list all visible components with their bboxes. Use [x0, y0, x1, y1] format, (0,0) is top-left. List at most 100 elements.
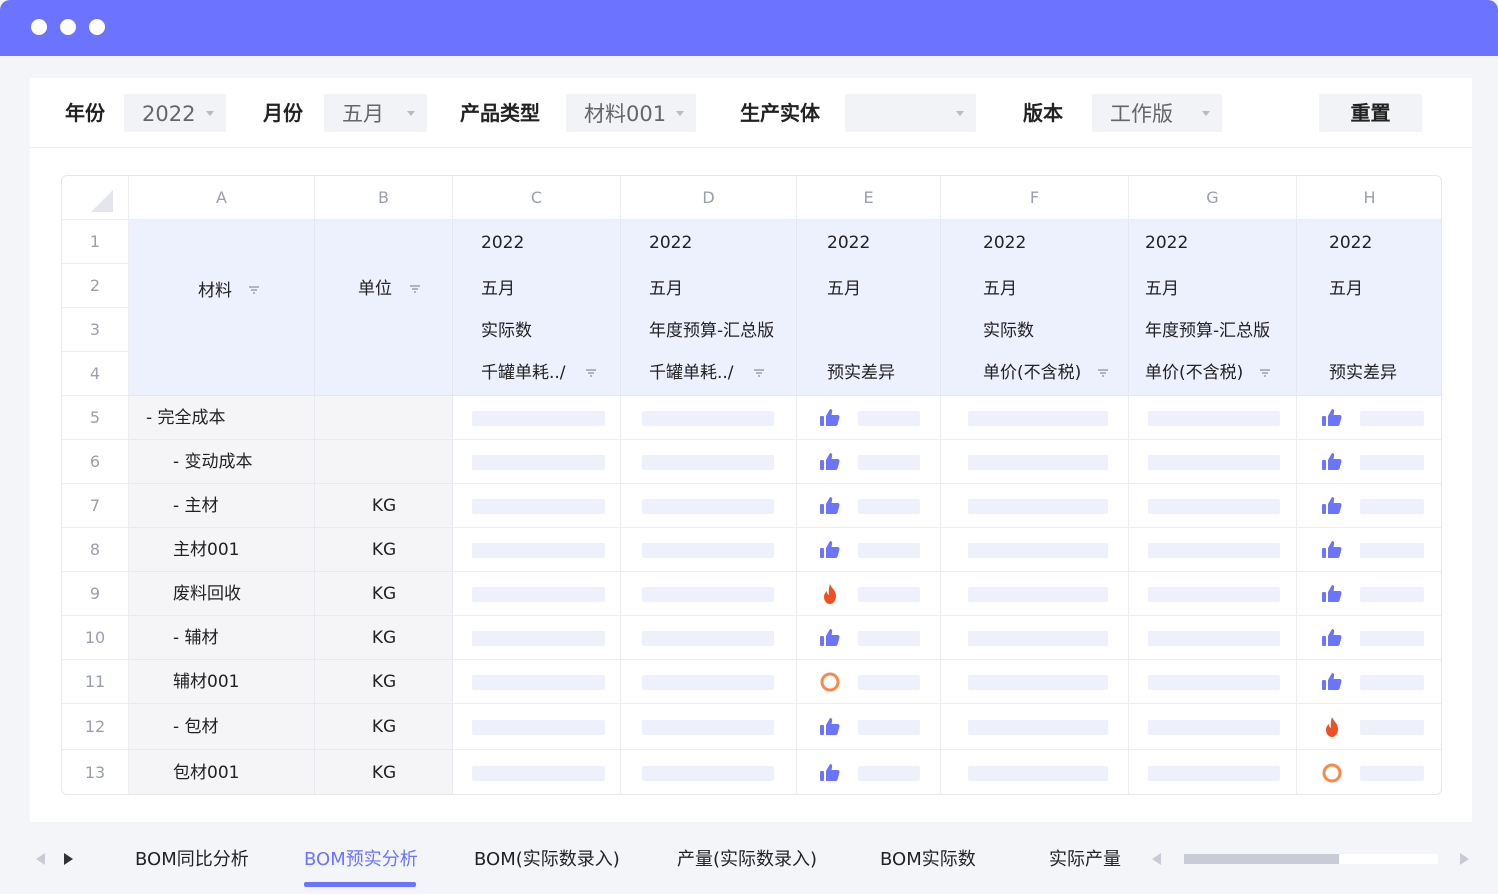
unit-value: KG [371, 584, 397, 604]
year-select[interactable]: 2022 [124, 94, 226, 132]
row-header[interactable]: 5 [62, 396, 129, 440]
sheet-tab[interactable]: BOM同比分析 [135, 848, 249, 872]
thumbs-up-svg [820, 453, 840, 470]
header-month: 五月 [481, 279, 515, 299]
header-year: 2022 [649, 233, 693, 253]
header-year: 2022 [481, 233, 525, 253]
masked-value [642, 498, 774, 514]
month-select[interactable]: 五月 [324, 94, 427, 132]
column-header-a[interactable]: A [129, 176, 315, 220]
masked-value [1360, 674, 1424, 690]
window-dot-close[interactable] [31, 19, 47, 35]
fire-icon [1321, 716, 1343, 738]
row-header[interactable]: 6 [62, 440, 129, 484]
window-dot-maximize[interactable] [89, 19, 105, 35]
unit-value: KG [371, 628, 397, 648]
sheet-tab[interactable]: 实际产量 [1049, 848, 1121, 872]
masked-value [1148, 719, 1280, 735]
header-year: 2022 [1329, 233, 1373, 253]
thumbs-up-svg [820, 718, 840, 735]
hscroll-left-icon[interactable] [1152, 853, 1161, 865]
header-cell[interactable] [315, 220, 453, 396]
thumbs-up-icon [1321, 407, 1343, 429]
masked-value [858, 674, 920, 690]
entity-select[interactable] [845, 94, 976, 132]
column-header-d[interactable]: D [621, 176, 797, 220]
row-header[interactable]: 1 [62, 220, 129, 264]
row-header[interactable]: 9 [62, 572, 129, 616]
thumbs-up-svg [820, 764, 840, 781]
thumbs-up-svg [820, 409, 840, 426]
filter-icon[interactable] [410, 285, 420, 295]
header-type: 实际数 [983, 321, 1034, 341]
sheet-tab[interactable]: BOM(实际数录入) [474, 848, 620, 872]
filter-icon[interactable] [1098, 369, 1108, 379]
masked-value [1360, 719, 1424, 735]
filter-icon[interactable] [754, 369, 764, 379]
tab-scroll-right-icon[interactable] [64, 853, 73, 865]
row-label: - 辅材 [173, 628, 219, 648]
sheet-tab[interactable]: BOM实际数 [880, 848, 976, 872]
material-cell[interactable] [129, 704, 315, 750]
thumbs-up-svg [1322, 453, 1342, 470]
thumbs-up-svg [1322, 585, 1342, 602]
row-header[interactable]: 4 [62, 352, 129, 396]
thumbs-up-svg [820, 497, 840, 514]
material-cell[interactable] [129, 616, 315, 660]
header-type: 实际数 [481, 321, 532, 341]
thumbs-up-svg [1322, 541, 1342, 558]
row-header[interactable]: 11 [62, 660, 129, 704]
active-tab-indicator [304, 882, 416, 887]
entity-label: 生产实体 [740, 101, 820, 125]
tab-scroll-left-icon[interactable] [36, 853, 45, 865]
column-header-g[interactable]: G [1129, 176, 1297, 220]
masked-value [1360, 410, 1424, 426]
filter-icon[interactable] [586, 369, 596, 379]
sheet-tab[interactable]: BOM预实分析 [304, 848, 418, 872]
unit-cell[interactable] [315, 440, 453, 484]
column-header-b[interactable]: B [315, 176, 453, 220]
column-header-e[interactable]: E [797, 176, 941, 220]
thumbs-up-icon [819, 407, 841, 429]
reset-button[interactable]: 重置 [1319, 94, 1422, 132]
thumbs-up-icon [819, 762, 841, 784]
masked-value [858, 586, 920, 602]
thumbs-up-icon [819, 495, 841, 517]
version-select[interactable]: 工作版 [1092, 94, 1222, 132]
product-type-select[interactable]: 材料001 [566, 94, 696, 132]
window-dot-minimize[interactable] [60, 19, 76, 35]
row-header[interactable]: 10 [62, 616, 129, 660]
row-label: 主材001 [173, 540, 240, 560]
row-header[interactable]: 3 [62, 308, 129, 352]
sheet-tab[interactable]: 产量(实际数录入) [677, 848, 817, 872]
unit-cell[interactable] [315, 396, 453, 440]
masked-value [1360, 765, 1424, 781]
row-header[interactable]: 8 [62, 528, 129, 572]
select-all-corner[interactable] [62, 176, 129, 220]
filter-icon[interactable] [249, 286, 259, 296]
column-header-c[interactable]: C [453, 176, 621, 220]
masked-value [858, 454, 920, 470]
row-header[interactable]: 12 [62, 704, 129, 750]
version-value: 工作版 [1110, 102, 1173, 126]
thumbs-up-icon [1321, 495, 1343, 517]
header-month: 五月 [827, 279, 861, 299]
row-header[interactable]: 2 [62, 264, 129, 308]
masked-value [1148, 410, 1280, 426]
filter-icon[interactable] [1260, 369, 1270, 379]
hscroll-thumb[interactable] [1184, 854, 1339, 864]
material-cell[interactable] [129, 484, 315, 528]
masked-value [1148, 542, 1280, 558]
masked-value [968, 542, 1108, 558]
column-header-h[interactable]: H [1297, 176, 1441, 220]
row-header[interactable]: 7 [62, 484, 129, 528]
row-header[interactable]: 13 [62, 750, 129, 794]
spreadsheet-grid: A B C D E F G H 1 2 3 4 5 6 7 8 9 10 11 12 13 材料 单位 2022 五月 实际数 千罐… [61, 175, 1442, 795]
column-header-f[interactable]: F [941, 176, 1129, 220]
hscroll-right-icon[interactable] [1460, 853, 1469, 865]
header-cell[interactable] [129, 220, 315, 396]
header-type: 年度预算-汇总版 [649, 321, 775, 341]
fire-icon [819, 583, 841, 605]
thumbs-up-icon [1321, 627, 1343, 649]
masked-value [642, 765, 774, 781]
